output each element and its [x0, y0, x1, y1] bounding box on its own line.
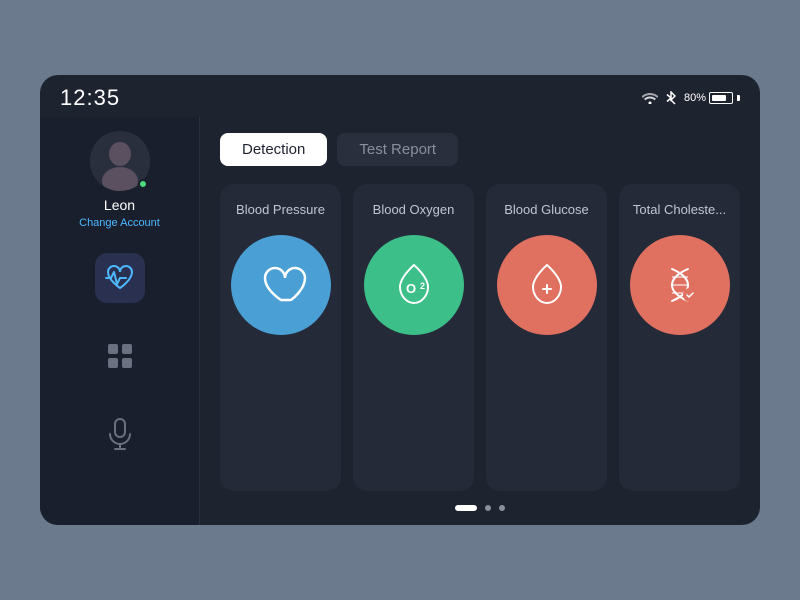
- online-indicator: [138, 179, 148, 189]
- card-blood-glucose[interactable]: Blood Glucose: [486, 184, 607, 491]
- card-icon-blood-oxygen: O 2: [364, 235, 464, 335]
- heartbeat-icon: [102, 260, 138, 296]
- tab-test-report[interactable]: Test Report: [337, 133, 458, 166]
- grid-icon: [105, 341, 135, 371]
- svg-text:O: O: [406, 281, 416, 296]
- card-icon-blood-pressure: [231, 235, 331, 335]
- card-icon-total-cholesterol: [630, 235, 730, 335]
- user-name: Leon: [104, 197, 135, 213]
- card-title-blood-glucose: Blood Glucose: [504, 202, 589, 217]
- main-content: Leon Change Account: [40, 117, 760, 525]
- battery-percentage: 80%: [684, 92, 706, 104]
- status-bar: 12:35 80%: [40, 75, 760, 117]
- avatar-container: [90, 131, 150, 191]
- nav-item-mic[interactable]: [95, 409, 145, 459]
- cards-container: Blood Pressure Blood Oxygen O 2: [220, 184, 740, 491]
- bluetooth-icon: [666, 91, 676, 105]
- wifi-icon: [642, 92, 658, 104]
- microphone-icon: [106, 418, 134, 450]
- tab-detection[interactable]: Detection: [220, 133, 327, 166]
- card-title-blood-oxygen: Blood Oxygen: [373, 202, 455, 217]
- pagination-dot-2[interactable]: [485, 505, 491, 511]
- change-account-link[interactable]: Change Account: [79, 217, 160, 229]
- battery-indicator: 80%: [684, 92, 740, 104]
- card-blood-pressure[interactable]: Blood Pressure: [220, 184, 341, 491]
- tab-bar: Detection Test Report: [220, 133, 740, 166]
- clock: 12:35: [60, 85, 120, 111]
- card-icon-blood-glucose: [497, 235, 597, 335]
- card-blood-oxygen[interactable]: Blood Oxygen O 2: [353, 184, 474, 491]
- status-icons: 80%: [642, 91, 740, 105]
- nav-item-health[interactable]: [95, 253, 145, 303]
- content-area: Detection Test Report Blood Pressure: [200, 117, 760, 525]
- device-frame: 12:35 80%: [40, 75, 760, 525]
- card-total-cholesterol[interactable]: Total Choleste...: [619, 184, 740, 491]
- card-title-total-cholesterol: Total Choleste...: [633, 202, 726, 217]
- pagination-dot-3[interactable]: [499, 505, 505, 511]
- pagination: [220, 491, 740, 511]
- svg-text:2: 2: [420, 281, 425, 291]
- sidebar: Leon Change Account: [40, 117, 200, 525]
- pagination-dot-1[interactable]: [455, 505, 477, 511]
- nav-item-apps[interactable]: [95, 331, 145, 381]
- sidebar-nav: [40, 253, 199, 459]
- card-title-blood-pressure: Blood Pressure: [236, 202, 325, 217]
